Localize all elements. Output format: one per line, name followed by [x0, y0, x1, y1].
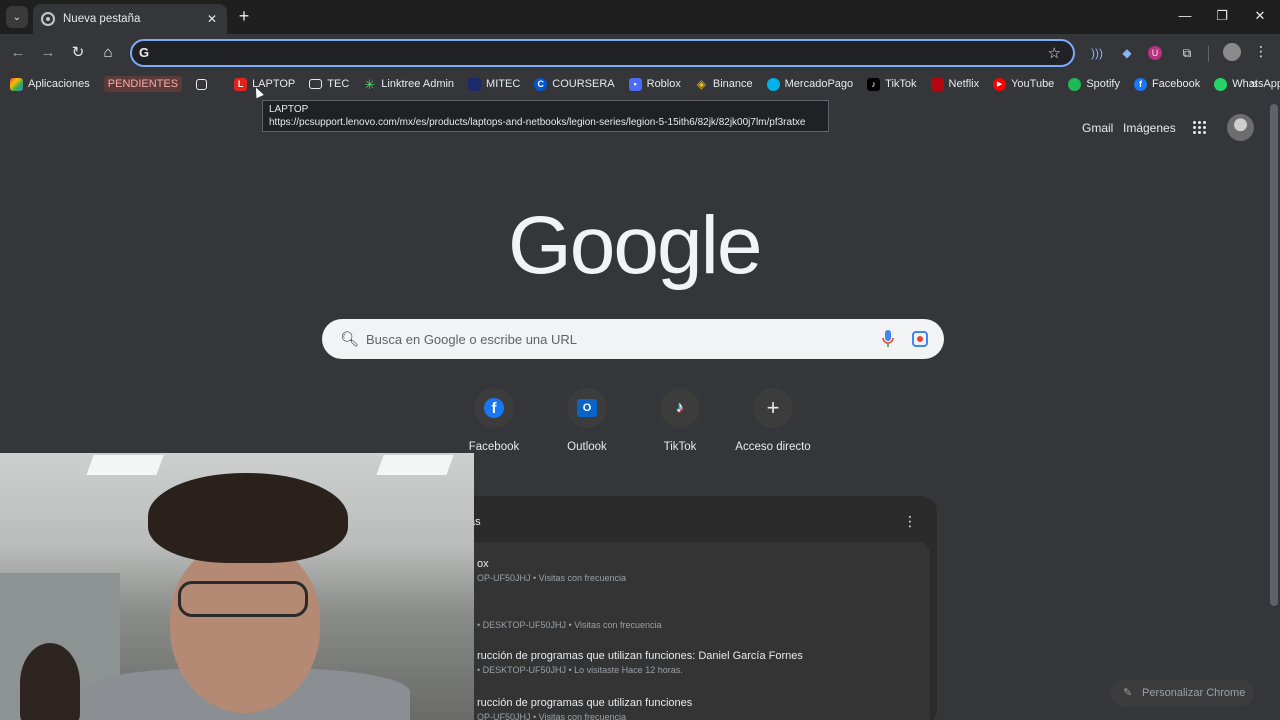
- shortcut-tile: +: [753, 388, 793, 428]
- linktree-icon: ✳: [364, 76, 376, 92]
- youtube-icon: ▶: [993, 77, 1007, 91]
- bookmark-tiktok[interactable]: ♪ TikTok: [867, 77, 917, 91]
- bookmarks-overflow-chevron-icon[interactable]: »: [1251, 76, 1258, 91]
- shortcut-tile: O: [567, 388, 607, 428]
- google-logo: Google: [508, 200, 762, 291]
- toolbar-divider: [1208, 46, 1209, 62]
- bookmark-mercadopago[interactable]: MercadoPago: [766, 77, 853, 91]
- bookmark-roblox[interactable]: ▪ Roblox: [628, 77, 681, 91]
- minimize-icon[interactable]: —: [1177, 8, 1193, 23]
- customize-chrome-button[interactable]: ✎ Personalizar Chrome: [1110, 680, 1254, 706]
- bookmark-pendientes[interactable]: PENDIENTES: [103, 76, 183, 92]
- extensions-puzzle-icon[interactable]: ⧉: [1178, 44, 1196, 62]
- account-avatar[interactable]: [1227, 114, 1254, 141]
- pencil-icon: ✎: [1123, 687, 1133, 699]
- plus-icon: +: [766, 395, 780, 420]
- list-item[interactable]: rucción de programas que utilizan funcio…: [477, 697, 917, 720]
- tab-title: Nueva pestaña: [63, 13, 141, 25]
- profile-avatar-icon[interactable]: [1223, 43, 1241, 61]
- webcam-overlay: [0, 453, 474, 720]
- bookmark-coursera[interactable]: C COURSERA: [534, 77, 615, 91]
- bookmark-binance[interactable]: ◈ Binance: [695, 76, 753, 91]
- ceiling-light: [86, 455, 164, 475]
- netflix-icon: [930, 77, 944, 91]
- bookmark-laptop[interactable]: L LAPTOP: [234, 77, 295, 91]
- list-item[interactable]: • DESKTOP-UF50JHJ • Visitas con frecuenc…: [477, 604, 917, 630]
- chrome-icon: [41, 12, 55, 26]
- person-hair: [148, 473, 348, 563]
- new-tab-button[interactable]: +: [236, 7, 252, 25]
- google-lens-icon[interactable]: [912, 331, 928, 347]
- tiktok-icon: ♪: [867, 77, 881, 91]
- ceiling-light: [376, 455, 454, 475]
- gmail-link[interactable]: Gmail: [1082, 121, 1113, 135]
- tab-close-icon[interactable]: ✕: [205, 12, 219, 26]
- spotify-icon: [1068, 77, 1082, 91]
- list-item[interactable]: ox OP-UF50JHJ • Visitas con frecuencia: [477, 558, 917, 583]
- menu-kebab-icon[interactable]: ⋮: [1254, 43, 1268, 60]
- back-arrow-icon[interactable]: ←: [8, 43, 28, 63]
- restore-icon[interactable]: ❐: [1214, 8, 1230, 24]
- outlook-icon: O: [577, 399, 597, 417]
- background-person: [20, 643, 80, 720]
- facebook-icon: f: [1133, 77, 1147, 91]
- bookmark-folder-tec[interactable]: TEC: [309, 78, 349, 90]
- coursera-icon: C: [534, 77, 548, 91]
- bookmark-spotify[interactable]: Spotify: [1068, 77, 1120, 91]
- tab-search-chevron-icon[interactable]: ⌄: [6, 6, 28, 28]
- apps-grid-icon: [10, 77, 23, 91]
- bookmark-youtube[interactable]: ▶ YouTube: [993, 77, 1054, 91]
- reload-icon[interactable]: ↻: [68, 43, 88, 63]
- shortcut-facebook[interactable]: f Facebook: [444, 388, 544, 453]
- extension-puzzle-blue-icon[interactable]: ◆: [1118, 44, 1136, 62]
- folder-icon: [309, 79, 323, 89]
- extension-wave-icon[interactable]: ))): [1088, 44, 1106, 62]
- forward-arrow-icon[interactable]: →: [38, 43, 58, 63]
- tab-new-tab[interactable]: Nueva pestaña ✕: [33, 4, 227, 34]
- bookmark-apps[interactable]: Aplicaciones: [10, 77, 90, 91]
- grid-icon: [196, 78, 208, 90]
- glasses: [178, 581, 308, 617]
- extension-shield-icon[interactable]: U: [1148, 46, 1162, 60]
- images-link[interactable]: Imágenes: [1123, 121, 1176, 135]
- mercadopago-icon: [766, 77, 780, 91]
- lenovo-l-icon: L: [234, 77, 248, 91]
- toolbar: ← → ↻ ⌂ G ☆ ))) ◆ U ⧉ ⋮: [0, 34, 1280, 72]
- shortcut-add[interactable]: + Acceso directo: [723, 388, 823, 453]
- microphone-icon[interactable]: [882, 329, 894, 349]
- card-menu-kebab-icon[interactable]: ⋮: [903, 513, 917, 530]
- browser-window: ⌄ Nueva pestaña ✕ + — ❐ ✕ ← → ↻ ⌂ G ☆ ))…: [0, 0, 1280, 720]
- shortcut-tile: ♪: [660, 388, 700, 428]
- bookmark-star-icon[interactable]: ☆: [1048, 44, 1061, 62]
- facebook-icon: f: [484, 398, 504, 418]
- address-bar[interactable]: G ☆: [130, 39, 1075, 67]
- bookmarks-bar: Aplicaciones PENDIENTES L LAPTOP TEC ✳ L…: [0, 72, 1280, 96]
- roblox-icon: ▪: [628, 77, 642, 91]
- bookmark-facebook[interactable]: f Facebook: [1133, 77, 1200, 91]
- google-g-icon: G: [139, 45, 150, 60]
- person-face: [170, 543, 320, 713]
- bookmark-whatsapp[interactable]: WhatsApp: [1214, 77, 1280, 91]
- ntp-search-box[interactable]: 🔍︎: [322, 319, 944, 359]
- mitec-icon: [468, 77, 482, 91]
- bookmark-tooltip: LAPTOP https://pcsupport.lenovo.com/mx/e…: [262, 100, 829, 132]
- shortcut-tile: f: [474, 388, 514, 428]
- shortcut-outlook[interactable]: O Outlook: [537, 388, 637, 453]
- bookmark-mitec[interactable]: MITEC: [468, 77, 520, 91]
- bookmark-linktree[interactable]: ✳ Linktree Admin: [363, 78, 454, 91]
- list-item[interactable]: rucción de programas que utilizan funcio…: [477, 650, 917, 675]
- bookmark-grid[interactable]: [196, 78, 212, 90]
- binance-icon: ◈: [696, 76, 706, 91]
- google-apps-icon[interactable]: [1193, 121, 1207, 135]
- bookmark-netflix[interactable]: Netflix: [930, 77, 979, 91]
- search-input[interactable]: [366, 319, 866, 359]
- whatsapp-icon: [1214, 77, 1228, 91]
- scrollbar-thumb[interactable]: [1270, 104, 1278, 606]
- tab-strip: ⌄ Nueva pestaña ✕ + — ❐ ✕: [0, 0, 1280, 34]
- shortcut-tiktok[interactable]: ♪ TikTok: [630, 388, 730, 453]
- home-icon[interactable]: ⌂: [98, 43, 118, 63]
- tiktok-icon: ♪: [676, 399, 684, 416]
- search-icon: 🔍︎: [340, 331, 360, 348]
- window-close-icon[interactable]: ✕: [1252, 8, 1268, 24]
